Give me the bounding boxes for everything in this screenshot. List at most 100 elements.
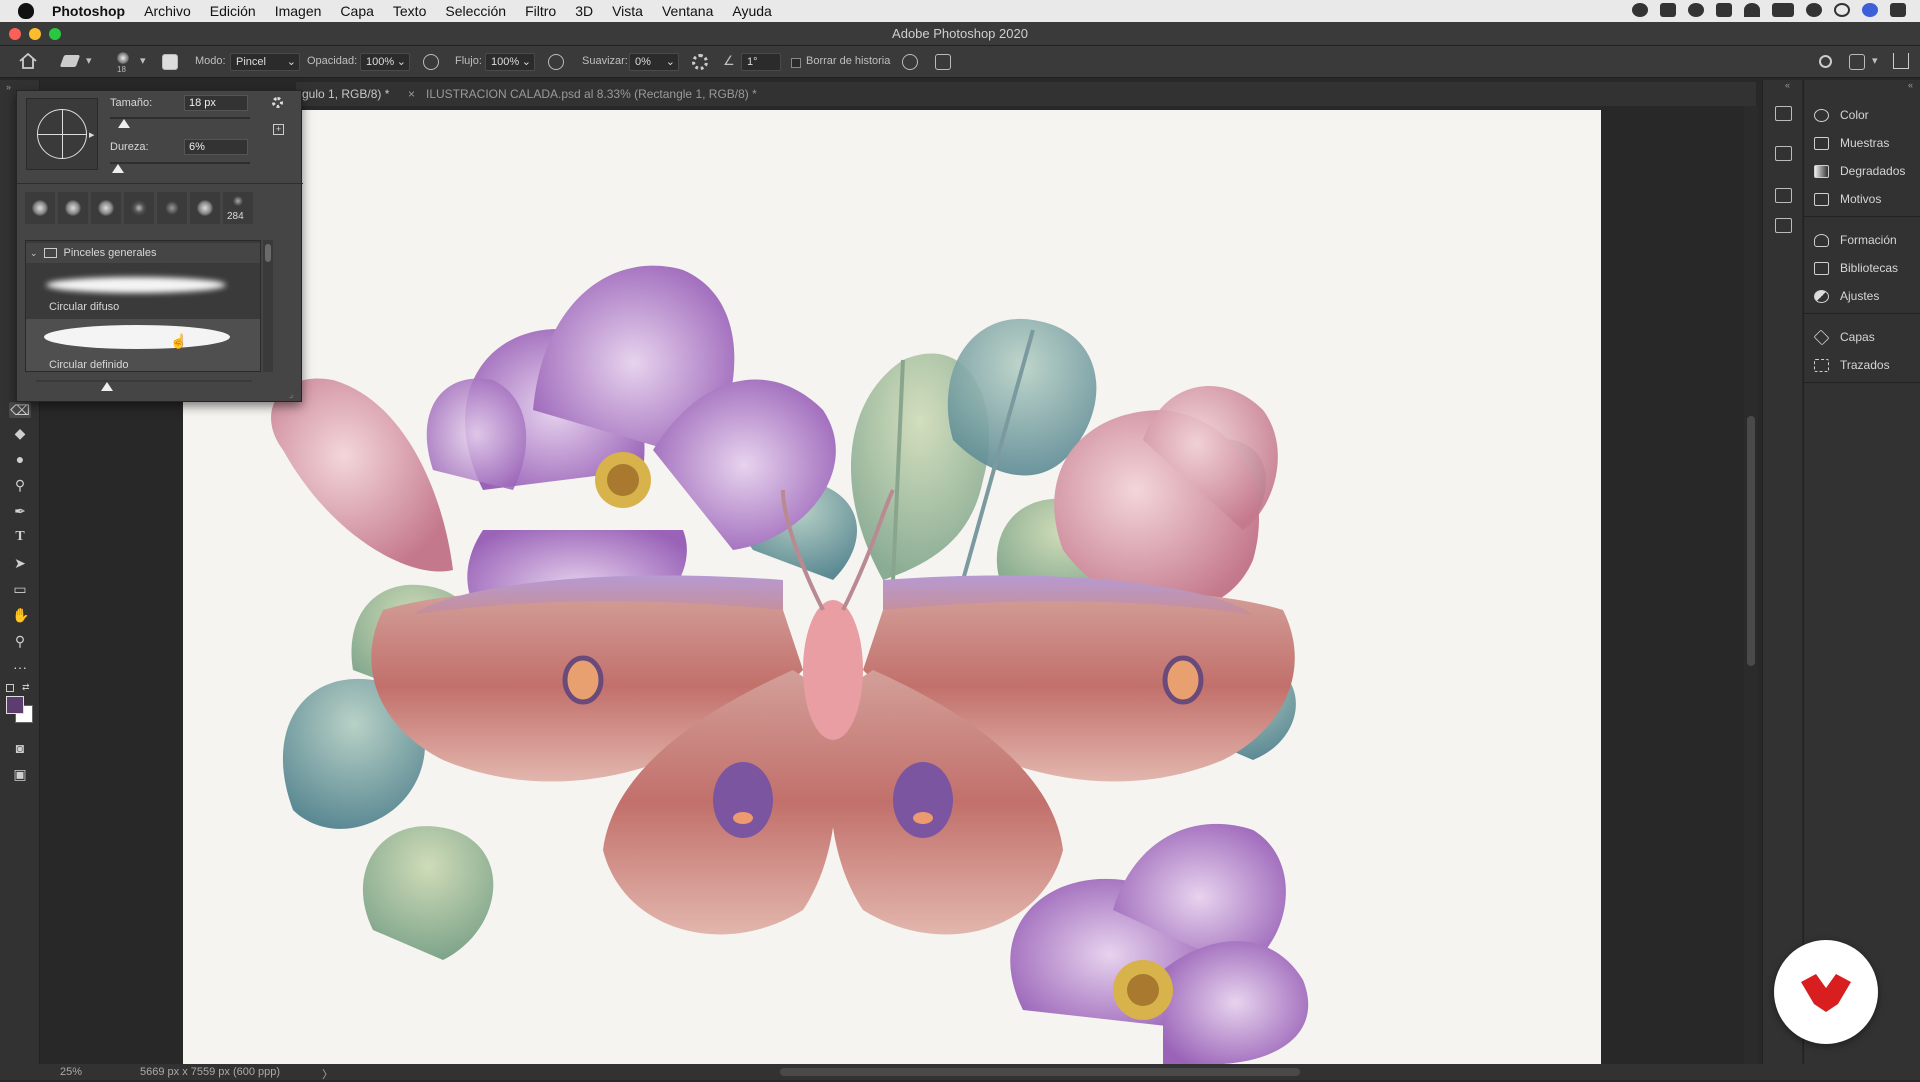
time-machine-icon[interactable] [1806,3,1822,17]
airbrush-icon[interactable] [548,54,564,70]
preview-size-slider-knob[interactable] [101,382,114,391]
path-selection-tool-icon[interactable]: ➤ [12,555,28,571]
display-icon[interactable] [1660,3,1676,17]
brush-tip-7[interactable]: 284 [223,192,253,224]
menu-3d[interactable]: 3D [575,3,593,19]
brush-tip-6[interactable] [190,192,220,224]
size-field[interactable]: 18 px [184,95,248,111]
rectangle-tool-icon[interactable]: ▭ [12,581,28,597]
more-tools-icon[interactable]: ··· [12,659,28,675]
creative-cloud-icon[interactable] [1688,3,1704,17]
flow-field[interactable]: 100% ⌄ [485,53,535,71]
menu-texto[interactable]: Texto [393,3,426,19]
brush-tip-1[interactable] [25,192,55,224]
menu-filtro[interactable]: Filtro [525,3,556,19]
apple-icon[interactable] [18,3,34,19]
record-icon[interactable] [1632,3,1648,17]
wifi-icon[interactable] [1744,3,1760,17]
brush-picker-arrow[interactable]: ▾ [140,54,146,67]
menu-seleccion[interactable]: Selección [445,3,506,19]
menu-app[interactable]: Photoshop [52,3,125,19]
brush-row-soft-round[interactable]: Circular difuso [26,265,260,317]
brush-tip-5[interactable] [157,192,187,224]
adjustments-panel-icon[interactable] [1775,218,1792,233]
panel-paths[interactable]: Trazados [1814,355,1919,375]
workspace-dropdown-arrow[interactable]: ▾ [1872,54,1878,67]
type-tool-icon[interactable]: T [12,529,28,545]
siri-icon[interactable] [1862,3,1878,17]
new-preset-icon[interactable]: + [273,124,284,135]
swap-colors-icon[interactable]: ⇄ [22,682,30,693]
preview-size-slider-track[interactable] [36,380,252,382]
panel-adjustments[interactable]: Ajustes [1814,286,1919,306]
panel-patterns[interactable]: Motivos [1814,189,1919,209]
tab-document-2[interactable]: ILUSTRACION CALADA.psd al 8.33% (Rectang… [426,87,757,101]
symmetry-icon[interactable] [935,54,951,70]
folder-row-general-brushes[interactable]: ⌄ Pinceles generales [26,243,260,263]
battery-icon[interactable] [1772,3,1794,17]
minimize-window-button[interactable] [29,28,41,40]
menu-ventana[interactable]: Ventana [662,3,713,19]
erase-history-checkbox[interactable] [791,58,801,68]
brush-settings-icon[interactable] [1775,188,1792,203]
foreground-color-swatch[interactable] [6,696,24,714]
control-center-icon[interactable] [1890,3,1906,17]
dock-collapse-icon[interactable]: « [1908,80,1913,90]
properties-panel-icon[interactable] [1775,146,1792,161]
brush-tip-4[interactable] [124,192,154,224]
zoom-window-button[interactable] [49,28,61,40]
preset-dropdown-arrow[interactable]: ▾ [86,54,92,67]
zoom-level[interactable]: 25% [60,1066,82,1078]
panel-gradients[interactable]: Degradados [1814,161,1919,181]
smoothing-options-gear-icon[interactable] [692,54,708,70]
zoom-tool-icon[interactable]: ⚲ [12,633,28,649]
pressure-opacity-icon[interactable] [423,54,439,70]
menu-capa[interactable]: Capa [340,3,373,19]
size-slider-knob[interactable] [118,119,130,128]
menu-vista[interactable]: Vista [612,3,643,19]
share-icon[interactable] [1893,53,1909,69]
pen-tool-icon[interactable]: ✒ [12,503,28,519]
iconstrip-collapse-icon[interactable]: « [1785,80,1790,90]
default-colors-icon[interactable] [6,684,14,692]
angle-field[interactable]: 1° [741,53,781,71]
hardness-slider-track[interactable] [110,162,250,164]
vertical-scroll-thumb[interactable] [1747,416,1755,666]
spotlight-search-icon[interactable] [1834,3,1850,17]
eraser-tool-icon[interactable]: ⌫ [9,402,31,418]
menu-edicion[interactable]: Edición [210,3,256,19]
panel-libraries[interactable]: Bibliotecas [1814,258,1919,278]
menu-imagen[interactable]: Imagen [275,3,322,19]
panel-collapse-icon[interactable]: » [6,82,11,92]
paint-bucket-tool-icon[interactable]: ◆ [12,425,28,441]
workspace-icon[interactable] [1849,54,1865,70]
close-window-button[interactable] [9,28,21,40]
history-panel-icon[interactable] [1775,106,1792,121]
folder-expand-chevron-icon[interactable]: ⌄ [30,248,38,259]
dodge-tool-icon[interactable]: ⚲ [12,477,28,493]
tab-document-1[interactable]: gulo 1, RGB/8) * [302,87,389,101]
brush-angle-preview[interactable]: ▶ [26,98,98,170]
hand-tool-icon[interactable]: ✋ [12,607,29,623]
opacity-field[interactable]: 100% ⌄ [360,53,410,71]
horizontal-scroll-thumb[interactable] [780,1068,1300,1076]
brush-tip-2[interactable] [58,192,88,224]
canvas-vertical-scrollbar[interactable] [1744,106,1758,1064]
mode-select[interactable]: Pincel ⌄ [230,53,300,71]
hardness-slider-knob[interactable] [112,164,125,173]
panel-learn[interactable]: Formación [1814,230,1919,250]
airplay-icon[interactable] [1716,3,1732,17]
panel-gear-icon[interactable] [272,97,283,108]
artboard-canvas[interactable] [183,110,1601,1064]
brush-list-scrollbar[interactable] [263,240,273,372]
quick-mask-icon[interactable]: ◙ [12,740,28,756]
panel-resize-grip-icon[interactable]: ⌟ [289,389,293,400]
menu-ayuda[interactable]: Ayuda [732,3,771,19]
screen-mode-icon[interactable]: ▣ [12,766,28,782]
tab-close-icon[interactable]: × [408,87,415,101]
brush-settings-panel-icon[interactable] [162,54,178,70]
home-icon[interactable] [19,52,37,69]
panel-color[interactable]: Color [1814,105,1919,125]
search-icon[interactable] [1819,55,1832,68]
brush-row-hard-round[interactable]: ☝ Circular definido [26,319,260,371]
